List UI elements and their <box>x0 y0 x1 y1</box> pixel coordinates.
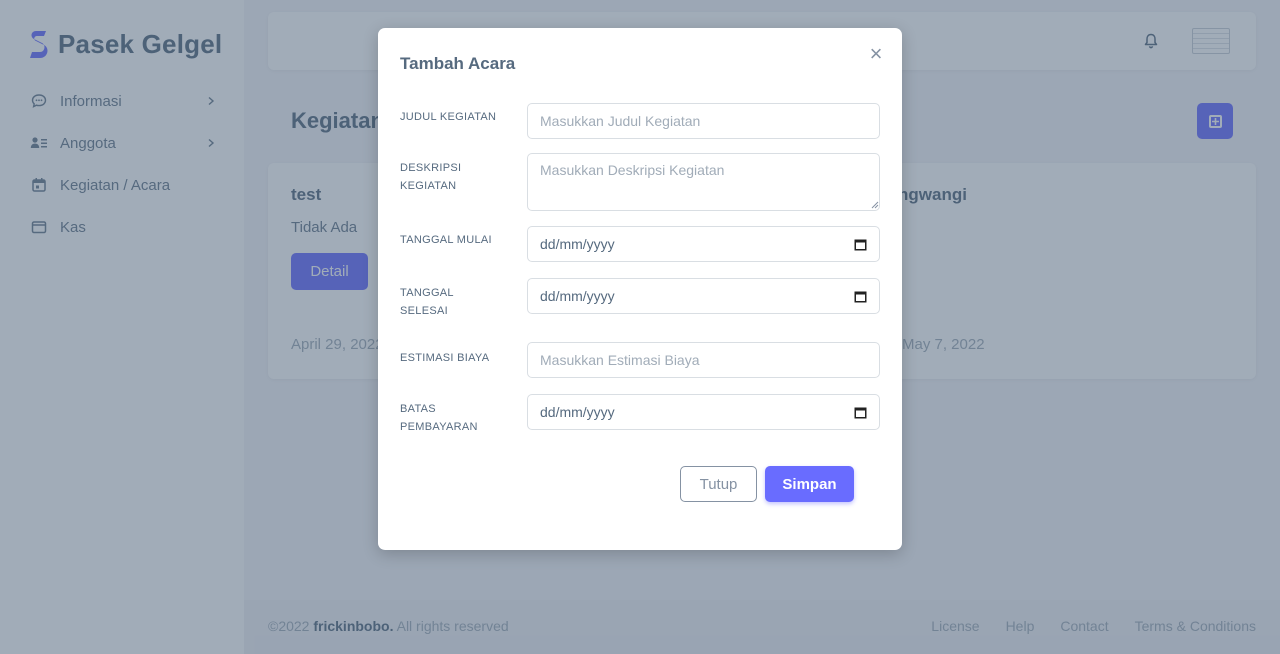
batas-pembayaran-date-input[interactable]: dd/mm/yyyy <box>527 394 880 430</box>
modal-title: Tambah Acara <box>400 54 516 73</box>
calendar-picker-icon[interactable] <box>854 290 867 303</box>
close-icon[interactable]: × <box>868 43 884 65</box>
deskripsi-label: DESKRIPSI KEGIATAN <box>400 162 462 192</box>
add-event-modal: Tambah Acara × JUDUL KEGIATAN DESKRIPSI … <box>378 28 902 550</box>
date-value: dd/mm/yyyy <box>540 236 615 252</box>
tanggal-mulai-date-input[interactable]: dd/mm/yyyy <box>527 226 880 262</box>
calendar-picker-icon[interactable] <box>854 406 867 419</box>
simpan-button[interactable]: Simpan <box>765 466 854 502</box>
resize-grip-icon[interactable] <box>871 201 879 209</box>
tutup-button[interactable]: Tutup <box>680 466 757 502</box>
batas-pembayaran-label: BATAS PEMBAYARAN <box>400 403 478 433</box>
date-value: dd/mm/yyyy <box>540 404 615 420</box>
judul-kegiatan-input[interactable] <box>527 103 880 139</box>
deskripsi-kegiatan-textarea[interactable] <box>527 153 880 211</box>
estimasi-biaya-label: ESTIMASI BIAYA <box>400 352 490 364</box>
tanggal-selesai-label: TANGGAL SELESAI <box>400 287 454 317</box>
calendar-picker-icon[interactable] <box>854 238 867 251</box>
tanggal-mulai-label: TANGGAL MULAI <box>400 234 492 246</box>
tanggal-selesai-date-input[interactable]: dd/mm/yyyy <box>527 278 880 314</box>
judul-label: JUDUL KEGIATAN <box>400 111 497 123</box>
estimasi-biaya-input[interactable] <box>527 342 880 378</box>
date-value: dd/mm/yyyy <box>540 288 615 304</box>
